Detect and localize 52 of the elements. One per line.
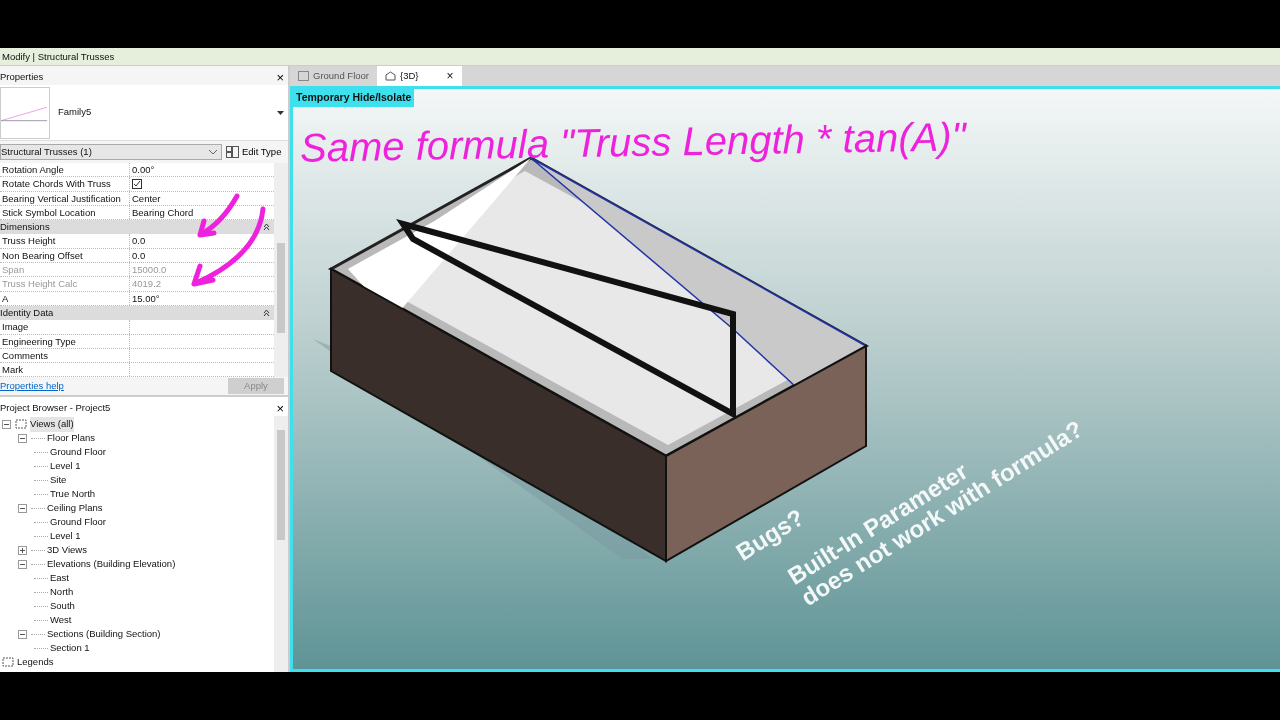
tree-item[interactable]: Site (50, 473, 67, 488)
property-label: Rotation Angle (0, 163, 130, 177)
property-value[interactable]: Center (132, 192, 161, 204)
property-label: Non Bearing Offset (0, 248, 130, 263)
tree-item[interactable]: West (50, 613, 72, 628)
view-tab[interactable]: {3D} × (377, 66, 462, 86)
property-value[interactable]: 15.00° (132, 292, 160, 304)
edit-type-button[interactable]: Edit Type (226, 144, 282, 160)
tree-item[interactable]: Elevations (Building Elevation) (47, 557, 176, 572)
property-value[interactable]: Bearing Chord (132, 206, 194, 218)
tree-item[interactable]: Ceiling Plans (47, 501, 103, 516)
property-label: Engineering Type (0, 334, 130, 348)
property-label: Bearing Vertical Justification (0, 191, 130, 205)
group-header[interactable]: Dimensions (0, 220, 50, 235)
group-header[interactable]: Identity Data (0, 305, 54, 321)
property-label: Comments (0, 348, 130, 363)
tree-item[interactable]: True North (50, 487, 96, 502)
type-selector[interactable]: Structural Trusses (1) (0, 144, 222, 160)
tree-item[interactable]: Section 1 (50, 641, 90, 656)
tree-item[interactable]: Legends (17, 655, 54, 670)
family-name: Family5 (58, 105, 93, 120)
tree-item[interactable]: Level 1 (50, 459, 81, 474)
property-value[interactable]: 0.00° (132, 164, 155, 175)
tree-item[interactable]: East (50, 571, 69, 586)
property-label: Mark (0, 363, 130, 377)
property-label: Rotate Chords With Truss (0, 177, 130, 191)
close-button[interactable]: × (276, 401, 284, 415)
property-value[interactable]: 0.0 (132, 249, 146, 261)
tree-item[interactable]: South (50, 599, 75, 614)
mode-banner: Temporary Hide/Isolate (293, 89, 415, 107)
panel-title: Properties (0, 69, 44, 84)
properties-help-link[interactable]: Properties help (0, 379, 64, 394)
tree-item[interactable]: Level 1 (50, 529, 81, 544)
tree-item[interactable]: Sections (Building Section) (47, 627, 161, 642)
tree-item[interactable]: Ground Floor (50, 445, 106, 460)
property-label: Truss Height (0, 234, 130, 248)
close-button[interactable]: × (276, 70, 284, 84)
panel-title: Project Browser - Project5 (0, 401, 111, 416)
property-label: Stick Symbol Location (0, 205, 130, 220)
tree-item[interactable]: Floor Plans (47, 431, 96, 446)
tree-item[interactable]: 3D Views (47, 543, 87, 558)
close-icon[interactable]: × (446, 67, 454, 85)
property-value[interactable]: 0.0 (132, 235, 146, 247)
handwritten-annotation: Same formula "Truss Length * tan(A)" (299, 113, 967, 172)
property-label: A (0, 291, 130, 305)
property-label: Span (0, 263, 130, 277)
tree-item[interactable]: Views (all) (30, 417, 74, 432)
property-label: Truss Height Calc (0, 277, 130, 291)
tree-item[interactable]: Ground Floor (50, 515, 106, 530)
tree-item[interactable]: North (50, 585, 74, 600)
context-tab-title: Modify | Structural Trusses (0, 48, 1280, 66)
property-label: Image (0, 320, 130, 334)
